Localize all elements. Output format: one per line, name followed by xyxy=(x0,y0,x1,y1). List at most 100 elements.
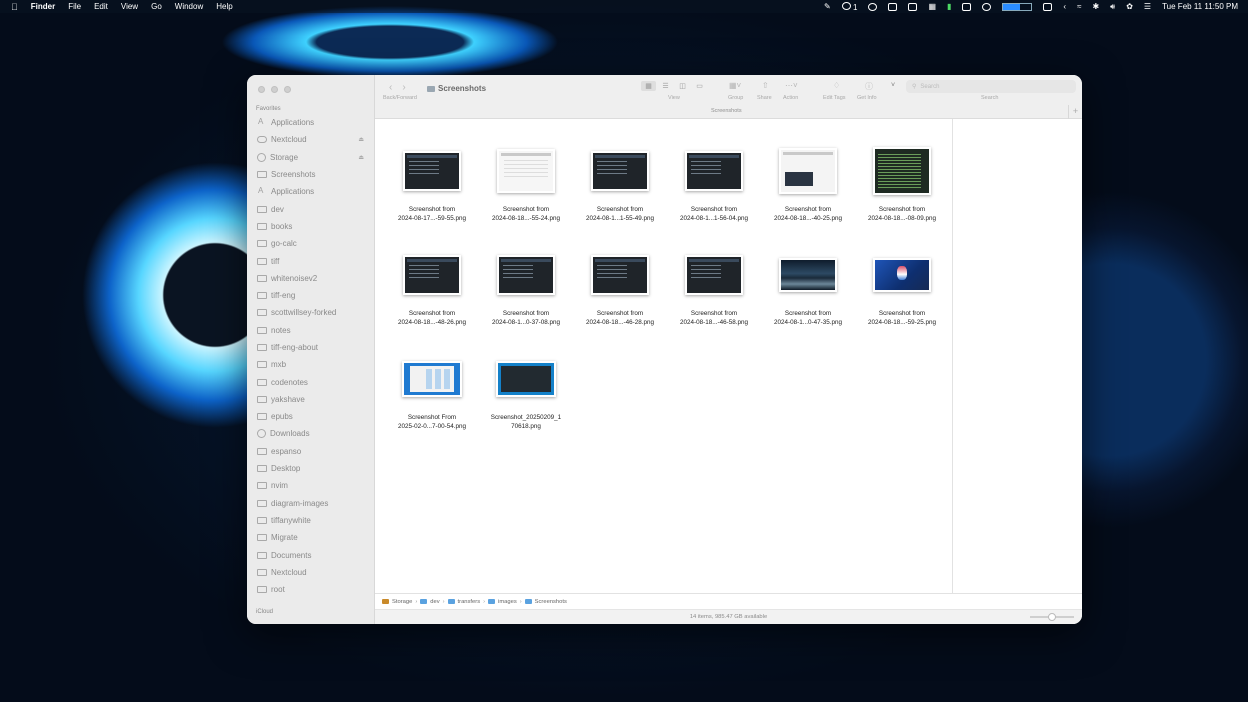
sidebar-item[interactable]: go-calc xyxy=(247,235,375,252)
path-segment[interactable]: Screenshots xyxy=(535,599,567,605)
close-button[interactable] xyxy=(258,86,265,93)
column-view-icon[interactable]: ◫ xyxy=(675,81,690,91)
vpn-icon[interactable] xyxy=(982,2,992,11)
menu-view[interactable]: View xyxy=(121,2,138,11)
control-center-icon[interactable]: ☰ xyxy=(1144,2,1151,11)
sidebar-item[interactable]: whitenoisev2 xyxy=(247,270,375,287)
file-item[interactable]: Screenshot from 2024-08-17...-59-55.png xyxy=(385,141,479,230)
gallery-view-icon[interactable]: ▭ xyxy=(692,81,707,91)
sidebar-item[interactable]: tiff-eng xyxy=(247,287,375,304)
memory-meter-icon[interactable] xyxy=(1002,2,1033,11)
zoom-button[interactable] xyxy=(284,86,291,93)
file-item[interactable]: Screenshot_20250209_1 70618.png xyxy=(479,349,573,438)
minimize-button[interactable] xyxy=(271,86,278,93)
path-segment[interactable]: transfers xyxy=(458,599,481,605)
sidebar-item[interactable]: root xyxy=(247,581,375,598)
file-name-line1: Screenshot from xyxy=(878,310,926,317)
shield-icon[interactable] xyxy=(888,2,898,11)
sidebar-item[interactable]: Desktop xyxy=(247,460,375,477)
sidebar-item[interactable]: nvim xyxy=(247,477,375,494)
sidebar-item-label: codenotes xyxy=(271,377,308,387)
sidebar-item[interactable]: scottwillsey-forked xyxy=(247,304,375,321)
new-tab-button[interactable]: + xyxy=(1068,105,1082,119)
display-icon[interactable] xyxy=(962,2,972,11)
path-segment[interactable]: dev xyxy=(430,599,439,605)
icon-size-slider[interactable] xyxy=(1030,613,1074,621)
sidebar-item[interactable]: Migrate xyxy=(247,529,375,546)
sidebar-item[interactable]: espanso xyxy=(247,443,375,460)
volume-icon[interactable]: 🔊︎ xyxy=(1110,2,1115,12)
battery-status-icon[interactable]: ▮ xyxy=(947,2,951,11)
info-icon[interactable]: ⓘ xyxy=(865,81,873,92)
file-item[interactable]: Screenshot from 2024-08-18...-55-24.png xyxy=(479,141,573,230)
sidebar-item[interactable]: Documents xyxy=(247,546,375,563)
file-thumbnail xyxy=(497,255,555,295)
grid-icon[interactable]: ▦ xyxy=(928,2,936,11)
path-segment[interactable]: images xyxy=(498,599,517,605)
path-segment[interactable]: Storage xyxy=(392,599,412,605)
wifi-icon[interactable]: ≈ xyxy=(1077,2,1081,11)
sidebar-item[interactable]: Nextcloud xyxy=(247,564,375,581)
icon-view-icon[interactable]: ▦ xyxy=(641,81,656,91)
sidebar-item[interactable]: mxb xyxy=(247,356,375,373)
sidebar-item[interactable]: epubs xyxy=(247,408,375,425)
sidebar-item[interactable]: tiffanywhite xyxy=(247,512,375,529)
sidebar-item[interactable]: Storage ⏏ xyxy=(247,149,375,166)
sidebar-item[interactable]: diagram-images xyxy=(247,495,375,512)
menu-clock[interactable]: Tue Feb 11 11:50 PM xyxy=(1162,2,1238,11)
menu-bar:  Finder File Edit View Go Window Help ✎… xyxy=(0,0,1248,13)
slider-knob[interactable] xyxy=(1048,613,1056,621)
forward-arrow-icon[interactable]: › xyxy=(402,82,405,93)
file-item[interactable]: Screenshot From 2025-02-0...7-00-54.png xyxy=(385,349,479,438)
sidebar-item[interactable]: tiff-eng-about xyxy=(247,339,375,356)
eject-icon[interactable]: ⏏ xyxy=(358,136,364,143)
sidebar-item[interactable]: Nextcloud ⏏ xyxy=(247,131,375,148)
search-input[interactable]: ⚲ Search xyxy=(906,80,1076,93)
apple-menu-icon[interactable]:  xyxy=(11,2,18,12)
menu-app-name[interactable]: Finder xyxy=(31,2,55,11)
share-icon[interactable]: ⇧ xyxy=(762,81,769,90)
status-text: 14 items, 985.47 GB available xyxy=(689,614,768,620)
sidebar-item[interactable]: yakshave xyxy=(247,391,375,408)
tag-icon[interactable]: ♢ xyxy=(833,81,840,90)
file-item[interactable]: Screenshot from 2024-08-1...0-47-35.png xyxy=(761,245,855,334)
menu-go[interactable]: Go xyxy=(151,2,162,11)
file-item[interactable]: Screenshot from 2024-08-18...-46-28.png xyxy=(573,245,667,334)
file-item[interactable]: Screenshot from 2024-08-18...-46-58.png xyxy=(667,245,761,334)
controls-icon[interactable] xyxy=(908,2,918,11)
back-arrow-icon[interactable]: ‹ xyxy=(389,82,392,93)
file-item[interactable]: Screenshot from 2024-08-1...1-56-04.png xyxy=(667,141,761,230)
menu-file[interactable]: File xyxy=(68,2,81,11)
keyboard-icon[interactable] xyxy=(1043,2,1053,11)
chevron-left-icon[interactable]: ‹ xyxy=(1063,2,1066,11)
eject-icon[interactable]: ⏏ xyxy=(358,154,364,161)
sidebar-item[interactable]: Downloads xyxy=(247,425,375,442)
list-view-icon[interactable]: ☰ xyxy=(658,81,673,91)
file-item[interactable]: Screenshot from 2024-08-1...1-55-49.png xyxy=(573,141,667,230)
file-item[interactable]: Screenshot from 2024-08-18...-40-25.png xyxy=(761,141,855,230)
sidebar-item[interactable]: Applications xyxy=(247,183,375,200)
menu-edit[interactable]: Edit xyxy=(94,2,108,11)
file-item[interactable]: Screenshot from 2024-08-18...-59-25.png xyxy=(855,245,949,334)
pen-icon[interactable]: ✎ xyxy=(824,2,831,11)
sidebar-item[interactable]: notes xyxy=(247,322,375,339)
menu-help[interactable]: Help xyxy=(216,2,232,11)
file-item[interactable]: Screenshot from 2024-08-18...-48-26.png xyxy=(385,245,479,334)
sidebar-item[interactable]: books xyxy=(247,218,375,235)
menu-window[interactable]: Window xyxy=(175,2,203,11)
group-icon[interactable]: ▦˅ xyxy=(729,81,741,90)
file-name: Screenshot from 2024-08-1...1-55-49.png xyxy=(573,206,667,223)
chevron-down-icon[interactable]: ˅ xyxy=(891,82,895,89)
bluetooth-icon[interactable]: ✱ xyxy=(1092,2,1099,11)
sidebar-item[interactable]: Screenshots xyxy=(247,166,375,183)
github-icon[interactable] xyxy=(868,2,878,11)
sidebar-item[interactable]: Applications xyxy=(247,114,375,131)
sidebar-item[interactable]: codenotes xyxy=(247,373,375,390)
sidebar-item[interactable]: tiff xyxy=(247,252,375,269)
paw-icon[interactable]: ✿ xyxy=(1126,2,1133,11)
action-icon[interactable]: ⋯˅ xyxy=(785,81,798,90)
timer-icon[interactable]: 1 xyxy=(841,1,857,12)
sidebar-item[interactable]: dev xyxy=(247,200,375,217)
file-item[interactable]: Screenshot from 2024-08-1...0-37-08.png xyxy=(479,245,573,334)
file-item[interactable]: Screenshot from 2024-08-18...-08-09.png xyxy=(855,141,949,230)
